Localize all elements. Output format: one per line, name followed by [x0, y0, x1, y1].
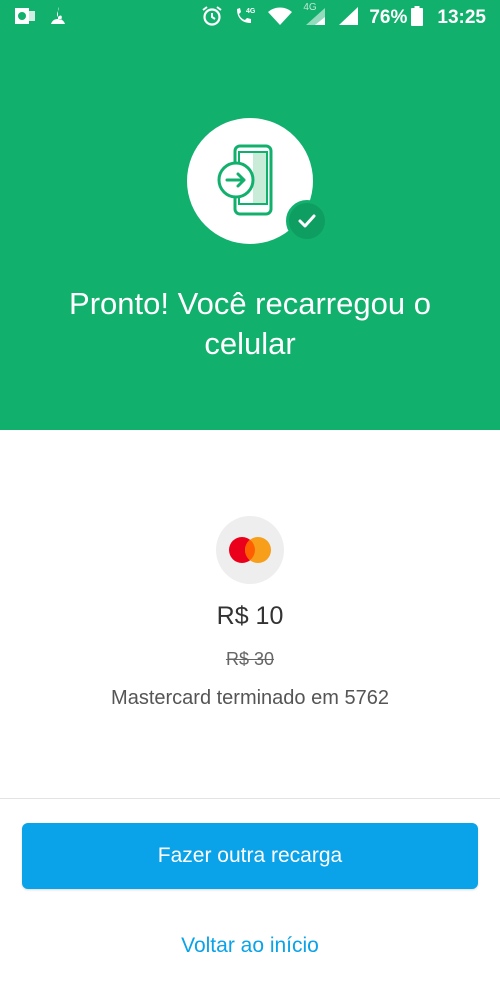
- signal-icon: 4G: [303, 2, 327, 31]
- alarm-icon: [201, 5, 223, 32]
- svg-text:4G: 4G: [246, 8, 256, 15]
- mastercard-icon: [216, 516, 284, 584]
- success-title: Pronto! Você recarregou o celular: [69, 286, 431, 361]
- divider: [0, 798, 500, 799]
- card-description: Mastercard terminado em 5762: [111, 687, 389, 709]
- status-bar: 4G 4G 76% 13:25: [0, 0, 500, 36]
- santander-icon: [48, 6, 68, 31]
- outlook-icon: [14, 6, 36, 31]
- new-recharge-button[interactable]: Fazer outra recarga: [22, 823, 478, 889]
- clock: 13:25: [437, 7, 486, 28]
- wifi-icon: [267, 6, 293, 31]
- network-type-label: 4G: [303, 1, 317, 13]
- battery-icon: [411, 5, 424, 31]
- status-bar-left: [14, 6, 80, 31]
- volte-call-icon: 4G: [233, 5, 257, 32]
- status-bar-right: 4G 4G 76% 13:25: [191, 2, 486, 32]
- check-icon: [286, 200, 328, 242]
- back-to-home-link[interactable]: Voltar ao início: [100, 926, 400, 966]
- success-header: Pronto! Você recarregou o celular: [0, 36, 500, 430]
- battery-percentage: 76%: [369, 7, 408, 28]
- original-amount: R$ 30: [225, 649, 275, 669]
- paid-amount: R$ 10: [216, 602, 284, 630]
- signal-icon: [337, 6, 359, 31]
- recharge-success-screen: 4G 4G 76% 13:25 Pronto! Você recarregou …: [0, 0, 500, 1000]
